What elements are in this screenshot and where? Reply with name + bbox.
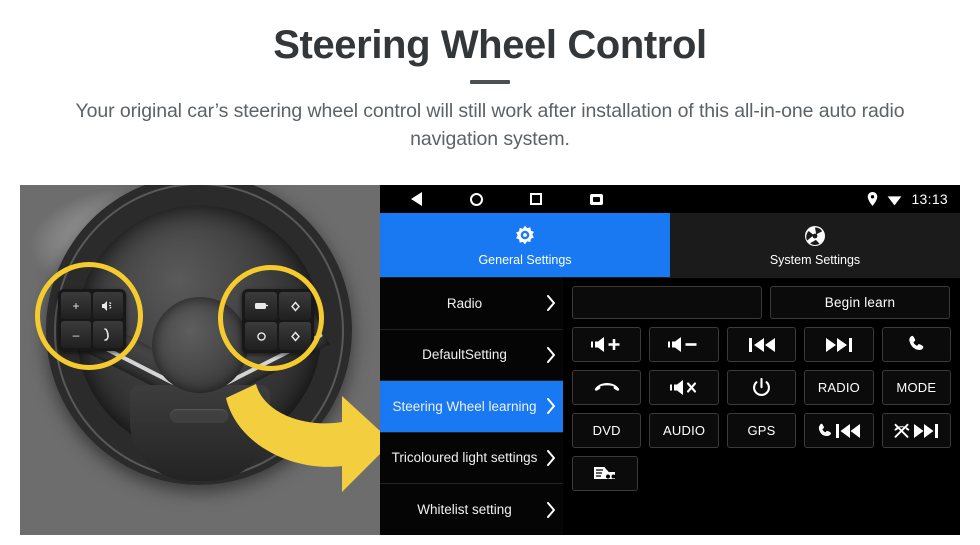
page-root: Steering Wheel Control Your original car… bbox=[0, 0, 980, 545]
wheel-right-button-cluster bbox=[242, 289, 314, 353]
tab-system-settings[interactable]: System Settings bbox=[670, 213, 960, 277]
wheel-down-key bbox=[279, 322, 311, 350]
previous-track-icon bbox=[748, 337, 776, 353]
key-row-2: RADIO MODE bbox=[572, 370, 952, 405]
sidebar-item-label: Whitelist setting bbox=[417, 501, 512, 517]
steering-wheel-hub bbox=[152, 297, 248, 393]
learn-status-field[interactable] bbox=[572, 286, 762, 319]
media-row: + – 13:13 General Settings System Settin… bbox=[20, 185, 960, 535]
volume-up-button[interactable] bbox=[572, 327, 642, 362]
sidebar-item-steering-wheel-learning[interactable]: Steering Wheel learning bbox=[380, 381, 563, 433]
learn-row: Begin learn bbox=[572, 286, 951, 319]
chevron-right-icon bbox=[547, 501, 556, 518]
steering-wheel-spoke-bottom bbox=[130, 385, 270, 481]
steering-wheel-emboss bbox=[170, 409, 228, 423]
speaker-plus-icon bbox=[590, 336, 624, 353]
android-nav-bar bbox=[408, 191, 604, 207]
begin-learn-button[interactable]: Begin learn bbox=[770, 286, 950, 319]
gear-icon bbox=[513, 224, 537, 248]
chevron-right-icon bbox=[547, 346, 556, 363]
tab-general-settings-label: General Settings bbox=[478, 252, 572, 267]
hangup-next-button[interactable] bbox=[881, 413, 952, 448]
wheel-call-key bbox=[93, 321, 123, 348]
screenshot-icon[interactable] bbox=[588, 191, 604, 207]
wheel-up-key bbox=[279, 292, 311, 320]
hangup-next-icon bbox=[893, 423, 939, 439]
mode-button-label: MODE bbox=[896, 380, 937, 395]
wheel-mode-key bbox=[245, 322, 277, 350]
sidebar-item-label: Radio bbox=[446, 295, 483, 311]
phone-previous-icon bbox=[817, 423, 861, 439]
wheel-left-button-cluster: + – bbox=[58, 289, 126, 351]
call-answer-button[interactable] bbox=[881, 327, 952, 362]
page-subtitle: Your original car’s steering wheel contr… bbox=[75, 100, 905, 150]
car-icon bbox=[592, 464, 618, 484]
tab-system-settings-label: System Settings bbox=[769, 252, 861, 267]
back-icon[interactable] bbox=[408, 191, 424, 207]
status-bar-right: 13:13 bbox=[867, 191, 948, 207]
home-icon[interactable] bbox=[468, 191, 484, 207]
mute-button[interactable] bbox=[649, 370, 719, 405]
chevron-right-icon bbox=[547, 295, 556, 312]
dvd-button[interactable]: DVD bbox=[572, 413, 642, 448]
android-status-bar: 13:13 bbox=[380, 185, 960, 213]
radio-button[interactable]: RADIO bbox=[804, 370, 874, 405]
power-button[interactable] bbox=[726, 370, 797, 405]
chevron-right-icon bbox=[547, 450, 556, 467]
vehicle-info-button[interactable] bbox=[572, 456, 638, 491]
location-pin-icon bbox=[867, 192, 878, 206]
gps-button-label: GPS bbox=[747, 423, 776, 438]
tab-general-settings[interactable]: General Settings bbox=[380, 213, 670, 277]
wheel-source-key bbox=[245, 292, 277, 320]
steering-wheel-learning-panel: Begin learn RADIO MODE DVD AUDIO GPS bbox=[563, 277, 960, 535]
key-row-1 bbox=[572, 327, 952, 362]
settings-sidebar: Radio DefaultSetting Steering Wheel lear… bbox=[380, 277, 563, 535]
key-row-4 bbox=[572, 456, 951, 491]
speaker-mute-icon bbox=[669, 379, 699, 396]
steering-wheel-photo: + – bbox=[20, 185, 380, 535]
call-end-button[interactable] bbox=[572, 370, 642, 405]
sidebar-item-defaultsetting[interactable]: DefaultSetting bbox=[380, 330, 563, 382]
status-bar-clock: 13:13 bbox=[911, 191, 948, 207]
call-previous-button[interactable] bbox=[804, 413, 874, 448]
audio-button-label: AUDIO bbox=[663, 423, 706, 438]
page-title: Steering Wheel Control bbox=[273, 23, 707, 67]
sidebar-item-label: Steering Wheel learning bbox=[392, 398, 537, 414]
recents-icon[interactable] bbox=[528, 191, 544, 207]
wheel-volume-up-key: + bbox=[61, 292, 91, 319]
sidebar-item-whitelist-setting[interactable]: Whitelist setting bbox=[380, 484, 563, 535]
chevron-right-icon bbox=[547, 398, 556, 415]
speaker-minus-icon bbox=[667, 336, 701, 353]
phone-icon bbox=[907, 335, 926, 354]
volume-down-button[interactable] bbox=[649, 327, 719, 362]
sidebar-item-radio[interactable]: Radio bbox=[380, 278, 563, 330]
phone-hangup-icon bbox=[594, 381, 620, 395]
next-track-button[interactable] bbox=[804, 327, 874, 362]
system-icon bbox=[803, 224, 827, 248]
key-row-3: DVD AUDIO GPS bbox=[572, 413, 952, 448]
wheel-volume-down-key: – bbox=[61, 321, 91, 348]
settings-tab-bar: General Settings System Settings bbox=[380, 213, 960, 277]
audio-button[interactable]: AUDIO bbox=[649, 413, 719, 448]
radio-button-label: RADIO bbox=[817, 380, 860, 395]
next-track-icon bbox=[825, 337, 853, 353]
sidebar-item-tricoloured-light-settings[interactable]: Tricoloured light settings bbox=[380, 433, 563, 485]
settings-body: Radio DefaultSetting Steering Wheel lear… bbox=[380, 277, 960, 535]
title-underline-rule bbox=[470, 80, 510, 84]
sidebar-item-label: DefaultSetting bbox=[422, 347, 507, 363]
dvd-button-label: DVD bbox=[592, 423, 621, 438]
wifi-icon bbox=[887, 193, 902, 206]
power-icon bbox=[752, 377, 771, 398]
previous-track-button[interactable] bbox=[726, 327, 797, 362]
head-unit-screen: 13:13 General Settings System Settings R… bbox=[380, 185, 960, 535]
gps-button[interactable]: GPS bbox=[726, 413, 797, 448]
header: Steering Wheel Control Your original car… bbox=[0, 0, 980, 153]
sidebar-item-label: Tricoloured light settings bbox=[391, 450, 538, 466]
wheel-voice-key bbox=[93, 292, 123, 319]
mode-button[interactable]: MODE bbox=[881, 370, 952, 405]
